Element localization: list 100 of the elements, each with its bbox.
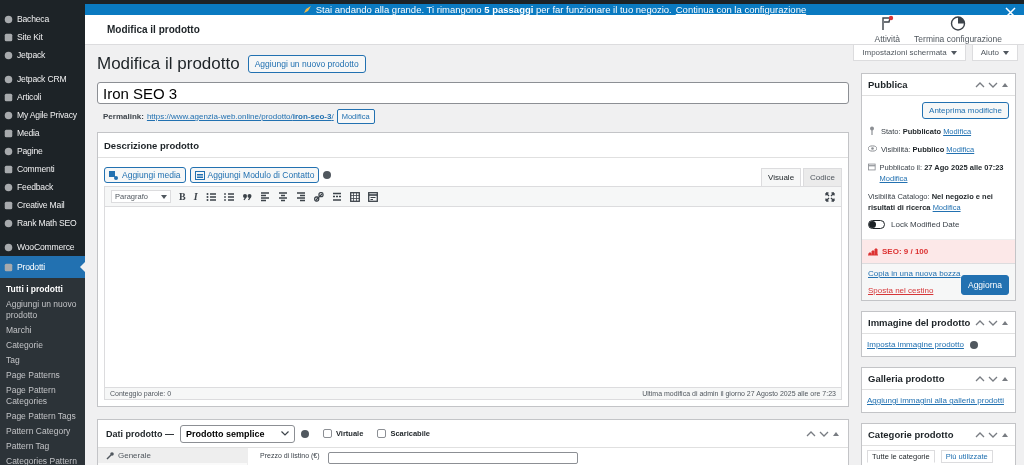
read-more-icon[interactable]	[331, 191, 342, 202]
screen-tab-button[interactable]: Impostazioni schermata	[853, 45, 966, 61]
menu-item[interactable]: Bacheca	[0, 10, 85, 28]
move-down-icon[interactable]	[819, 429, 829, 438]
numbered-list-icon[interactable]	[223, 191, 234, 202]
checkbox[interactable]	[323, 429, 332, 438]
bullet-list-icon[interactable]	[205, 191, 216, 202]
square-icon	[4, 262, 13, 272]
form-icon[interactable]	[367, 191, 378, 202]
bold-button[interactable]: B	[179, 191, 186, 202]
product-data-tab[interactable]: Generale	[98, 448, 247, 463]
calendar-icon	[868, 162, 876, 172]
move-up-icon[interactable]	[806, 429, 816, 438]
fullscreen-icon[interactable]	[825, 191, 835, 202]
trash-link[interactable]: Sposta nel cestino	[868, 286, 961, 295]
move-up-icon[interactable]	[975, 374, 985, 383]
quote-icon[interactable]	[241, 191, 252, 202]
product-type-select[interactable]: Prodotto semplice	[180, 424, 295, 443]
align-center-icon[interactable]	[277, 191, 288, 202]
permalink-label: Permalink:	[103, 112, 144, 121]
screen-tab-button[interactable]: Aiuto	[971, 45, 1018, 61]
eye-icon	[868, 144, 877, 154]
help-icon	[969, 340, 978, 349]
menu-item[interactable]: Jetpack	[0, 46, 85, 64]
header-action[interactable]: Termina configurazione	[914, 15, 1002, 44]
preview-button[interactable]: Anteprima modifiche	[922, 102, 1009, 119]
menu-item[interactable]: WooCommerce	[0, 238, 85, 256]
media-button[interactable]: Aggiungi Modulo di Contatto	[189, 167, 320, 183]
circle-icon	[4, 242, 13, 252]
close-icon[interactable]	[1005, 7, 1016, 18]
seo-score: SEO: 9 / 100	[882, 247, 929, 256]
square-icon	[4, 164, 13, 174]
panel-link[interactable]: Aggiungi immagini alla galleria prodotti	[867, 396, 1004, 405]
chevron-down-icon	[281, 431, 289, 436]
menu-item[interactable]: Rank Math SEO	[0, 214, 85, 232]
header-action[interactable]: Attività	[874, 15, 901, 44]
panel-title: Dati prodotto —	[106, 428, 174, 439]
move-down-icon[interactable]	[988, 430, 998, 439]
submenu-item[interactable]: Categorie	[0, 338, 85, 353]
menu-item[interactable]: Prodotti	[0, 256, 85, 278]
menu-item[interactable]: Creative Mail	[0, 196, 85, 214]
form-icon	[194, 170, 205, 180]
move-down-icon[interactable]	[988, 374, 998, 383]
submenu-item[interactable]: Tag	[0, 353, 85, 368]
menu-item[interactable]: Site Kit	[0, 28, 85, 46]
move-down-icon[interactable]	[988, 80, 998, 89]
panel-link[interactable]: Imposta immagine prodotto	[867, 340, 964, 349]
square-icon	[4, 32, 13, 42]
menu-item[interactable]: Pagine	[0, 142, 85, 160]
submenu-item[interactable]: Categories Pattern	[0, 454, 85, 465]
toggle-label: Lock Modified Date	[891, 220, 960, 229]
menu-item[interactable]: Media	[0, 124, 85, 142]
menu-item[interactable]: Commenti	[0, 160, 85, 178]
progress-circle-icon	[950, 15, 967, 32]
align-right-icon[interactable]	[295, 191, 306, 202]
move-down-icon[interactable]	[988, 318, 998, 327]
toolbar-toggle-icon[interactable]	[349, 191, 360, 202]
submenu-item[interactable]: Pattern Tag	[0, 439, 85, 454]
move-up-icon[interactable]	[975, 318, 985, 327]
submenu-item[interactable]: Aggiungi un nuovo prodotto	[0, 297, 85, 323]
editor-tab[interactable]: Codice	[803, 168, 842, 186]
update-button[interactable]: Aggiorna	[960, 275, 1009, 295]
media-icon	[109, 170, 119, 180]
add-new-button[interactable]: Aggiungi un nuovo prodotto	[247, 55, 366, 73]
circle-icon	[4, 182, 13, 192]
panel-title: Immagine del prodotto	[868, 317, 972, 328]
move-up-icon[interactable]	[975, 80, 985, 89]
setup-link[interactable]: Continua con la configurazione	[675, 4, 807, 15]
menu-item[interactable]: My Agile Privacy	[0, 106, 85, 124]
submenu-item[interactable]: Pattern Category	[0, 424, 85, 439]
help-icon	[301, 429, 309, 438]
menu-item[interactable]: Articoli	[0, 88, 85, 106]
circle-icon	[4, 110, 13, 120]
square-icon	[4, 200, 13, 210]
align-left-icon[interactable]	[259, 191, 270, 202]
submenu-item[interactable]: Page Patterns	[0, 368, 85, 383]
square-icon	[4, 92, 13, 102]
menu-item[interactable]: Feedback	[0, 178, 85, 196]
caret-icon	[161, 194, 167, 199]
circle-icon	[4, 14, 13, 24]
editor-tab[interactable]: Visuale	[761, 168, 802, 186]
permalink-link[interactable]: https://www.agenzia-web.online/prodotto/iron-seo-3/	[146, 112, 334, 121]
copy-draft-link[interactable]: Copia in una nuova bozza	[868, 269, 961, 278]
media-button[interactable]: Aggiungi media	[104, 167, 186, 183]
italic-button[interactable]: I	[193, 191, 198, 202]
caret-icon	[1003, 50, 1009, 55]
input-field[interactable]	[327, 452, 578, 464]
submenu-item[interactable]: Tutti i prodotti	[0, 282, 85, 297]
menu-item[interactable]: Jetpack CRM	[0, 70, 85, 88]
link-icon[interactable]	[313, 191, 324, 202]
panel-title: Descrizione prodotto	[104, 139, 200, 151]
submenu-item[interactable]: Page Pattern Categories	[0, 383, 85, 409]
move-up-icon[interactable]	[975, 430, 985, 439]
help-icon	[323, 171, 332, 179]
submenu-item[interactable]: Marchi	[0, 323, 85, 338]
checkbox[interactable]	[377, 429, 387, 438]
submenu-item[interactable]: Page Pattern Tags	[0, 409, 85, 424]
chart-icon	[868, 247, 878, 256]
wrench-icon	[106, 451, 114, 460]
title-field[interactable]: Iron SEO 3	[97, 82, 849, 104]
